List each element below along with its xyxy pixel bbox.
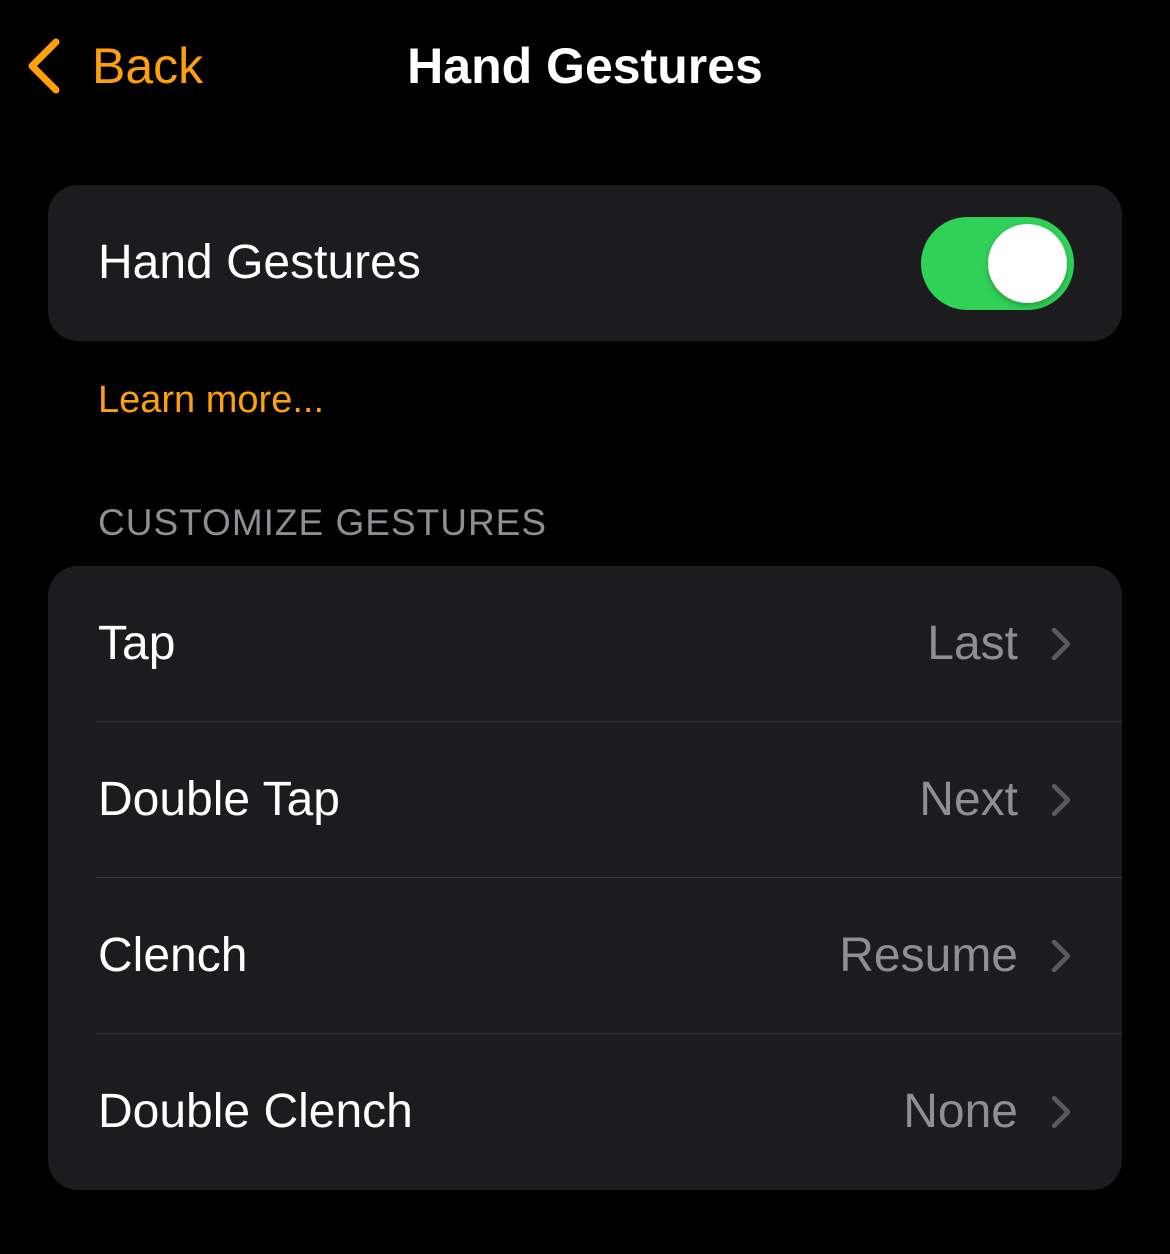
navigation-bar: Back Hand Gestures — [0, 0, 1170, 134]
gesture-action-value: None — [903, 1085, 1018, 1138]
gesture-action-value: Resume — [839, 929, 1018, 982]
hand-gestures-toggle-card: Hand Gestures — [48, 185, 1122, 341]
toggle-knob — [988, 224, 1067, 303]
gesture-label: Double Tap — [98, 773, 340, 826]
learn-more-link[interactable]: Learn more... — [98, 372, 324, 428]
page-title: Hand Gestures — [407, 38, 763, 94]
gesture-row-double-clench[interactable]: Double Clench None — [48, 1034, 1122, 1190]
chevron-right-icon — [1051, 1095, 1071, 1129]
gestures-list: Tap Last Double Tap Next Clench Resume D… — [48, 566, 1122, 1190]
gesture-label: Tap — [98, 617, 176, 670]
gesture-row-clench[interactable]: Clench Resume — [48, 878, 1122, 1034]
customize-gestures-section-header: CUSTOMIZE GESTURES — [98, 502, 548, 543]
hand-gestures-toggle-label: Hand Gestures — [98, 236, 421, 289]
gesture-row-double-tap[interactable]: Double Tap Next — [48, 722, 1122, 878]
gesture-action-value: Next — [919, 773, 1018, 826]
gesture-label: Double Clench — [98, 1085, 413, 1138]
gesture-row-tap[interactable]: Tap Last — [48, 566, 1122, 722]
chevron-right-icon — [1051, 627, 1071, 661]
gesture-label: Clench — [98, 929, 248, 982]
gesture-action-value: Last — [927, 617, 1018, 670]
hand-gestures-toggle-switch[interactable] — [921, 217, 1074, 310]
chevron-right-icon — [1051, 939, 1071, 973]
chevron-right-icon — [1051, 783, 1071, 817]
